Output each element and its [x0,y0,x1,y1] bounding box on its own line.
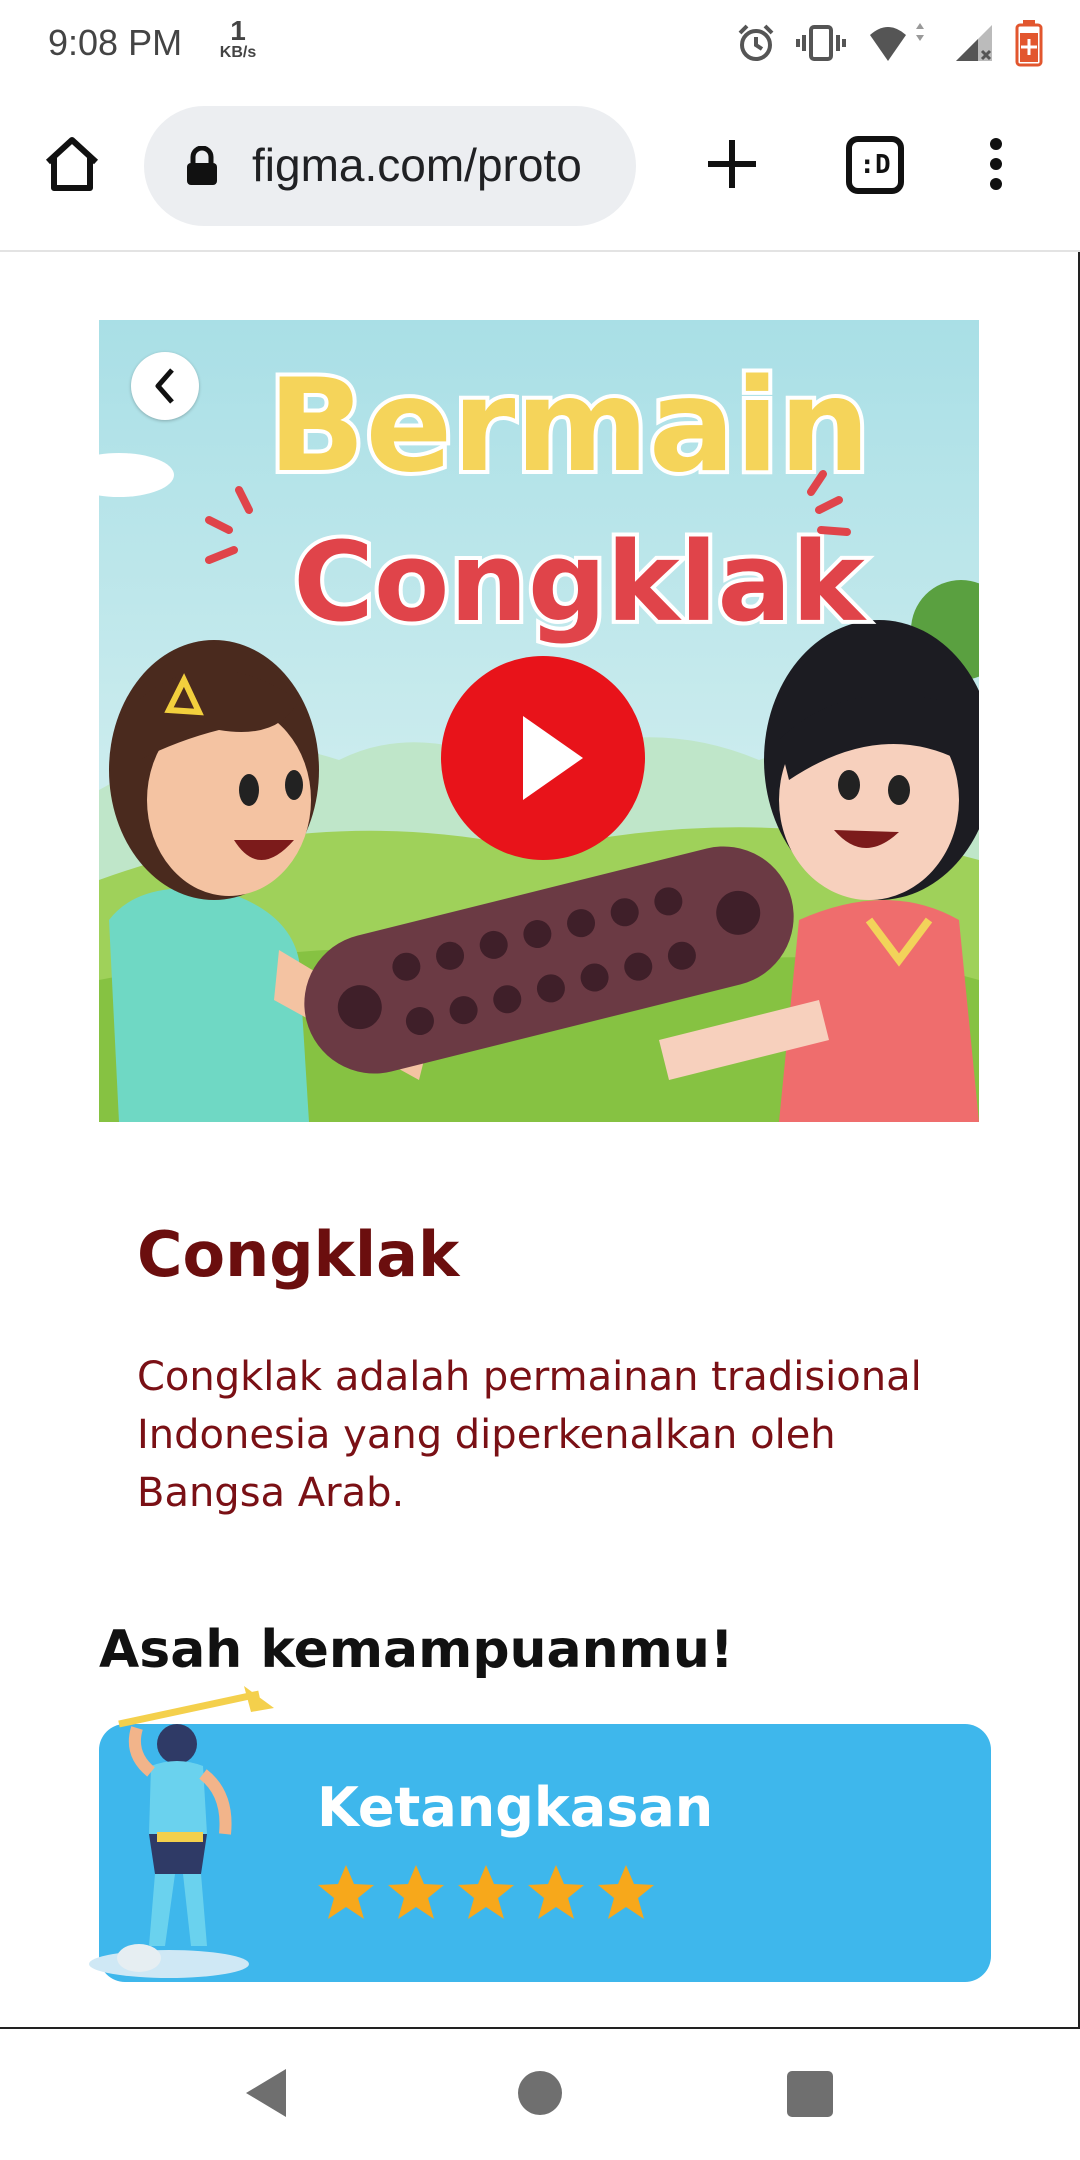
battery-icon [1015,20,1043,67]
play-button[interactable] [441,656,645,860]
network-speed-unit: KB/s [219,44,257,61]
hero-title-line1: Bermain [268,352,870,501]
skills-heading: Asah kemampuanmu! [99,1620,734,1680]
hero-title-line2: Congklak [293,518,867,646]
plus-icon[interactable] [700,132,764,196]
nav-recents-icon[interactable] [787,2071,833,2117]
status-icons [734,18,1044,68]
system-nav-bar [0,2029,1080,2160]
lock-icon [187,146,217,185]
vibrate-icon [796,25,846,61]
wifi-icon [870,23,924,61]
game-hero-video[interactable]: Bermain Congklak [99,320,979,1122]
skill-rating [315,1862,657,1924]
star-icon [598,1865,654,1919]
network-speed-value: 1 [230,15,246,46]
browser-toolbar: figma.com/proto :D [0,92,1080,252]
network-speed: 1 KB/s [210,15,266,62]
status-time: 9:08 PM [48,22,183,63]
url-text: figma.com/proto [252,139,582,191]
signal-icon [956,25,992,61]
back-icon [155,368,174,404]
alarm-icon [738,24,774,61]
nav-back-icon[interactable] [244,2067,288,2119]
star-icon [388,1865,444,1919]
nav-home-icon[interactable] [518,2071,562,2115]
address-bar[interactable]: figma.com/proto [144,106,636,226]
status-bar: 9:08 PM 1 KB/s [0,0,1080,92]
skill-card-ketangkasan[interactable]: Ketangkasan [89,1686,991,1982]
tab-count-label: :D [859,150,891,180]
web-content: Bermain Congklak Congklak Congklak adala… [0,252,1080,2029]
more-vert-icon[interactable] [976,132,1016,196]
star-icon [318,1865,374,1919]
star-icon [528,1865,584,1919]
star-icon [458,1865,514,1919]
miner-illustration [89,1686,274,1978]
back-button[interactable] [131,352,199,420]
skill-name: Ketangkasan [317,1776,714,1839]
game-description: Congklak adalah permainan tradisional In… [137,1354,922,1516]
home-icon[interactable] [40,132,104,196]
play-icon [523,716,583,800]
game-title: Congklak [137,1218,460,1291]
tab-switcher-button[interactable]: :D [846,136,904,194]
